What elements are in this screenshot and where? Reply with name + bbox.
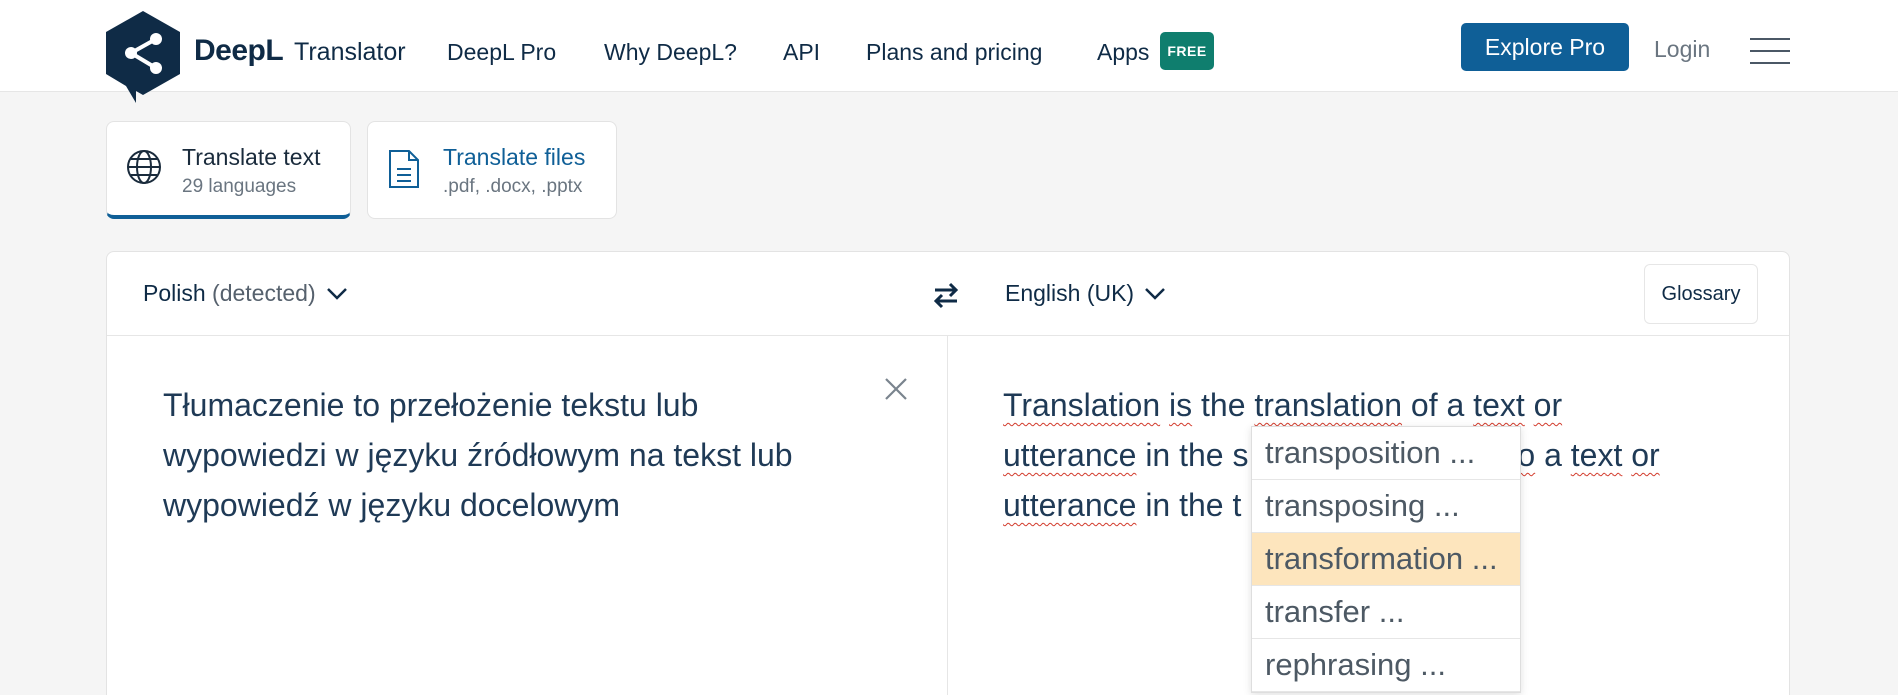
- free-badge: FREE: [1160, 32, 1214, 70]
- word-translation[interactable]: Translation: [1003, 387, 1160, 423]
- deepl-logo-icon[interactable]: [104, 10, 182, 104]
- tab-translate-files-title: Translate files: [443, 144, 586, 170]
- tab-translate-text-title: Translate text: [182, 144, 321, 170]
- language-bar: Polish (detected) English (UK) Glossary: [107, 252, 1789, 336]
- nav-apps[interactable]: Apps: [1097, 39, 1149, 66]
- tab-translate-text-subtitle: 29 languages: [182, 176, 297, 197]
- text-span: a: [1535, 437, 1571, 473]
- word-or[interactable]: or: [1631, 437, 1659, 473]
- chevron-down-icon: [1145, 287, 1165, 300]
- alternative-item[interactable]: rephrasing ...: [1252, 639, 1520, 692]
- alternatives-dropdown: transposition ... transposing ... transf…: [1251, 426, 1521, 693]
- document-icon: [389, 150, 419, 188]
- translation-line: Translation is the translation of a text…: [1003, 380, 1763, 430]
- word-text[interactable]: text: [1571, 437, 1623, 473]
- word-translation[interactable]: translation: [1254, 387, 1402, 423]
- word-utterance[interactable]: utterance: [1003, 437, 1136, 473]
- swap-languages-icon[interactable]: [931, 280, 961, 310]
- source-language-label: Polish: [143, 280, 206, 306]
- close-icon[interactable]: [883, 376, 909, 402]
- brand-name[interactable]: DeepL: [194, 34, 284, 68]
- tab-translate-text[interactable]: Translate text 29 languages: [106, 121, 351, 219]
- word-or[interactable]: or: [1534, 387, 1562, 423]
- target-language-label: English (UK): [1005, 280, 1135, 306]
- text-span: in the s: [1136, 437, 1249, 473]
- detected-label: (detected): [212, 280, 316, 306]
- top-header: DeepL Translator DeepL Pro Why DeepL? AP…: [0, 0, 1898, 103]
- text-span: the: [1192, 387, 1255, 423]
- chevron-down-icon: [326, 287, 347, 300]
- target-language-select[interactable]: English (UK): [1005, 280, 1166, 307]
- text-span: [1160, 387, 1169, 423]
- explore-pro-button[interactable]: Explore Pro: [1461, 23, 1629, 71]
- alternative-item[interactable]: transfer ...: [1252, 586, 1520, 639]
- nav-plans-pricing[interactable]: Plans and pricing: [866, 39, 1042, 66]
- brand-subtitle[interactable]: Translator: [294, 38, 406, 67]
- text-span: [1622, 437, 1631, 473]
- nav-why-deepl[interactable]: Why DeepL?: [604, 39, 737, 66]
- tab-translate-files-subtitle: .pdf, .docx, .pptx: [443, 176, 583, 197]
- nav-deepl-pro[interactable]: DeepL Pro: [447, 39, 556, 66]
- translator-card: Polish (detected) English (UK) Glossary …: [106, 251, 1790, 695]
- alternative-item[interactable]: transposing ...: [1252, 480, 1520, 533]
- text-span: [1525, 387, 1534, 423]
- globe-icon: [127, 150, 161, 184]
- login-link[interactable]: Login: [1654, 36, 1710, 63]
- source-text-input[interactable]: Tłumaczenie to przełożenie tekstu lub wy…: [163, 380, 863, 530]
- nav-api[interactable]: API: [783, 39, 820, 66]
- word-text[interactable]: text: [1473, 387, 1525, 423]
- text-span: in the t: [1136, 487, 1242, 523]
- alternative-item-highlighted[interactable]: transformation ...: [1252, 533, 1520, 586]
- tab-translate-files[interactable]: Translate files .pdf, .docx, .pptx: [367, 121, 617, 219]
- hamburger-menu-icon[interactable]: [1750, 36, 1790, 66]
- text-span: of a: [1402, 387, 1474, 423]
- source-language-select[interactable]: Polish (detected): [143, 280, 348, 307]
- word-is[interactable]: is: [1169, 387, 1192, 423]
- panel-divider: [947, 336, 948, 695]
- glossary-button[interactable]: Glossary: [1644, 264, 1758, 324]
- alternative-item[interactable]: transposition ...: [1252, 427, 1520, 480]
- word-utterance[interactable]: utterance: [1003, 487, 1136, 523]
